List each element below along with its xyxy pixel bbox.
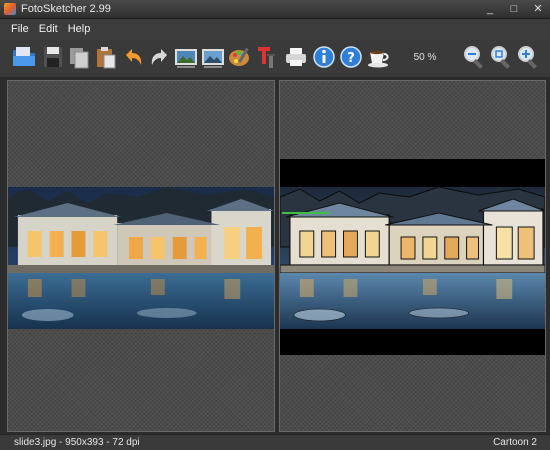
print-button[interactable] xyxy=(283,44,309,70)
donate-button[interactable] xyxy=(365,44,391,70)
info-icon xyxy=(313,46,335,68)
show-processed-button[interactable] xyxy=(200,44,226,70)
redo-icon xyxy=(151,49,167,65)
help-icon: ? xyxy=(340,46,362,68)
about-button[interactable] xyxy=(311,44,337,70)
menu-help[interactable]: Help xyxy=(63,19,96,39)
window-controls: _ □ ✕ xyxy=(484,2,544,16)
title-bar: FotoSketcher 2.99 _ □ ✕ xyxy=(0,0,550,19)
original-image-icon xyxy=(175,49,197,68)
save-disk-icon xyxy=(44,47,62,67)
zoom-in-icon xyxy=(518,46,537,69)
minimize-button[interactable]: _ xyxy=(484,2,496,16)
menu-edit[interactable]: Edit xyxy=(34,19,63,39)
text-tool-icon xyxy=(258,47,275,68)
original-photo xyxy=(8,187,274,329)
paste-button[interactable] xyxy=(93,44,119,70)
effect-name: Cartoon 2 xyxy=(493,437,537,448)
undo-icon xyxy=(126,49,142,65)
save-button[interactable] xyxy=(40,44,66,70)
redo-button[interactable] xyxy=(147,44,173,70)
add-text-button[interactable] xyxy=(254,44,280,70)
help-button[interactable]: ? xyxy=(338,44,364,70)
processed-image-pane[interactable] xyxy=(279,80,546,432)
coffee-cup-icon xyxy=(368,50,389,68)
zoom-out-icon xyxy=(464,46,483,69)
show-original-button[interactable] xyxy=(173,44,199,70)
effect-settings-button[interactable] xyxy=(227,44,253,70)
undo-button[interactable] xyxy=(120,44,146,70)
toolbar: ? 50 % xyxy=(0,39,550,78)
print-icon xyxy=(286,48,306,66)
zoom-fit-button[interactable] xyxy=(489,44,515,70)
open-folder-icon xyxy=(13,47,35,66)
zoom-out-button[interactable] xyxy=(462,44,488,70)
zoom-in-button[interactable] xyxy=(516,44,542,70)
open-button[interactable] xyxy=(11,44,37,70)
zoom-fit-icon xyxy=(491,46,510,69)
paint-palette-icon xyxy=(229,47,249,66)
paste-icon xyxy=(97,47,116,69)
zoom-level: 50 % xyxy=(413,52,437,63)
window-title: FotoSketcher 2.99 xyxy=(21,3,111,15)
maximize-button[interactable]: □ xyxy=(508,2,520,16)
status-bar: slide3.jpg - 950x393 - 72 dpi Cartoon 2 xyxy=(0,434,550,450)
svg-text:?: ? xyxy=(347,51,355,66)
work-area xyxy=(0,78,550,434)
original-image-pane[interactable] xyxy=(7,80,275,432)
processed-photo xyxy=(280,187,545,329)
copy-button[interactable] xyxy=(66,44,92,70)
copy-icon xyxy=(70,48,89,69)
processed-image-icon xyxy=(202,49,224,68)
app-logo-icon xyxy=(4,3,16,15)
close-button[interactable]: ✕ xyxy=(532,2,544,16)
menu-file[interactable]: File xyxy=(6,19,34,39)
menu-bar: File Edit Help xyxy=(0,19,550,39)
file-info: slide3.jpg - 950x393 - 72 dpi xyxy=(14,437,140,448)
